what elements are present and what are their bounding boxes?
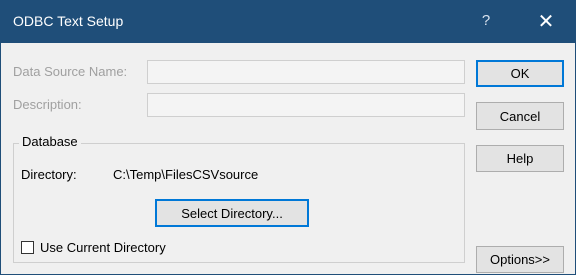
options-button[interactable]: Options>> [476, 246, 564, 273]
data-source-name-label: Data Source Name: [13, 64, 128, 79]
directory-value: C:\Temp\FilesCSVsource [113, 167, 259, 182]
use-current-directory-label[interactable]: Use Current Directory [40, 240, 166, 255]
close-icon[interactable]: ✕ [531, 9, 561, 35]
directory-label: Directory: [21, 167, 77, 182]
data-source-name-field[interactable] [147, 60, 465, 84]
title-bar: ODBC Text Setup ? ✕ [1, 1, 575, 43]
odbc-text-setup-dialog: ODBC Text Setup ? ✕ Data Source Name: De… [0, 0, 576, 275]
help-icon[interactable]: ? [477, 12, 495, 32]
database-group-label: Database [19, 134, 81, 149]
cancel-button[interactable]: Cancel [476, 102, 564, 130]
description-field[interactable] [147, 93, 465, 117]
use-current-directory-checkbox[interactable] [21, 241, 34, 254]
window-title: ODBC Text Setup [13, 13, 124, 29]
description-label: Description: [13, 97, 82, 112]
help-button[interactable]: Help [476, 145, 564, 172]
select-directory-button[interactable]: Select Directory... [155, 199, 309, 227]
ok-button[interactable]: OK [476, 60, 564, 87]
